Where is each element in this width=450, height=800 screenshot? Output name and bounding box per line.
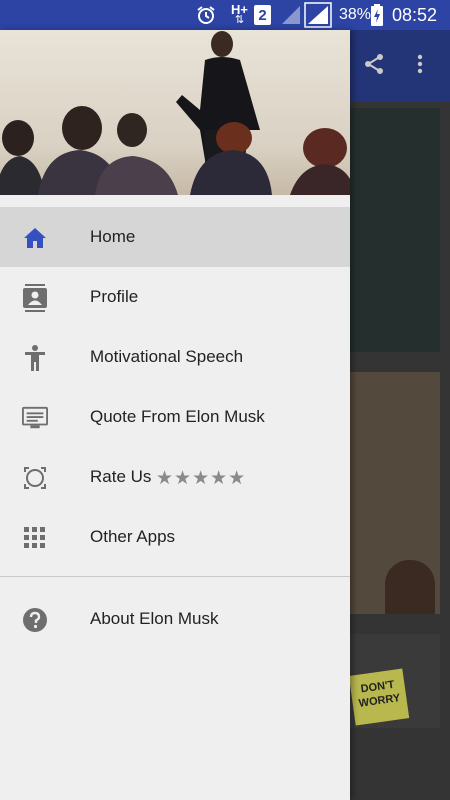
- menu-item-label: Home: [90, 227, 136, 246]
- content-card[interactable]: [350, 108, 440, 352]
- card-photo-detail: [385, 560, 435, 614]
- app-toolbar: [350, 30, 450, 102]
- menu-item-other-apps[interactable]: Other Apps: [0, 507, 350, 567]
- about-section: About Elon Musk: [0, 589, 350, 649]
- menu-item-about[interactable]: About Elon Musk: [0, 589, 350, 649]
- sim-badge: 2: [254, 0, 271, 30]
- data-arrows-icon: ⇅: [234, 14, 245, 26]
- monitor-icon: [22, 405, 48, 431]
- contact-card-icon: [22, 284, 48, 312]
- menu-divider: [0, 576, 350, 577]
- menu-item-label: Other Apps: [90, 527, 176, 546]
- rating-stars[interactable]: ★★★★★: [156, 467, 246, 490]
- apps-grid-icon: [22, 525, 48, 551]
- menu-item-home[interactable]: Home: [0, 207, 350, 267]
- battery-charging-icon: [371, 0, 383, 30]
- card-note-sticker: DON'T WORRY: [348, 668, 410, 726]
- menu-item-motivational-speech[interactable]: Motivational Speech: [0, 327, 350, 387]
- status-bar: H+ ⇅ 2 38% 08:52: [0, 0, 450, 30]
- menu-item-rate-us[interactable]: Rate Us ★★★★★: [0, 447, 350, 507]
- drawer-header-image: [0, 30, 350, 195]
- navigation-drawer: Home Profile Motivational Speech Quote F…: [0, 30, 350, 800]
- cell-signal-icon: [304, 0, 332, 30]
- alarm-icon: [195, 0, 217, 30]
- menu-item-label: Profile: [90, 287, 139, 306]
- home-icon: [22, 225, 48, 251]
- menu-item-label: Motivational Speech: [90, 347, 244, 366]
- help-circle-icon: [22, 607, 48, 633]
- menu-item-label: Quote From Elon Musk: [90, 407, 265, 426]
- share-icon[interactable]: [362, 52, 386, 81]
- sim-number: 2: [254, 5, 271, 25]
- clock: 08:52: [392, 4, 438, 25]
- network-type-indicator: H+ ⇅: [231, 0, 248, 30]
- content-card[interactable]: [350, 372, 440, 614]
- menu-item-quotes[interactable]: Quote From Elon Musk: [0, 387, 350, 447]
- menu-item-label: About Elon Musk: [90, 609, 219, 628]
- menu-item-label: Rate Us: [90, 467, 152, 486]
- camera-focus-icon: [22, 465, 48, 491]
- overflow-menu-icon[interactable]: [416, 52, 424, 81]
- accessibility-icon: [22, 345, 48, 371]
- drawer-menu: Home Profile Motivational Speech Quote F…: [0, 207, 350, 567]
- wifi-signal-icon: [280, 0, 302, 30]
- menu-item-profile[interactable]: Profile: [0, 267, 350, 327]
- battery-percent: 38%: [339, 6, 372, 23]
